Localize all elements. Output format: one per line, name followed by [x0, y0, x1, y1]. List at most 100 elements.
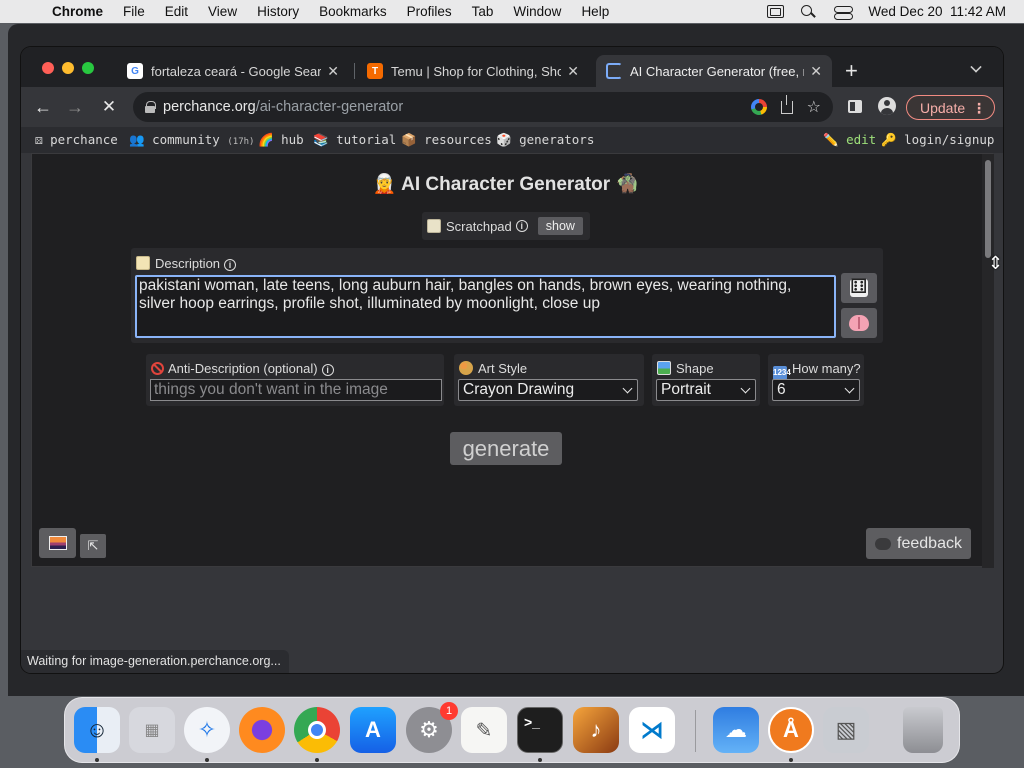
info-icon[interactable]: i: [321, 364, 334, 376]
chrome-icon[interactable]: [294, 707, 340, 753]
firefox-icon[interactable]: [239, 707, 285, 753]
nav-community[interactable]: 👥 community (17h): [129, 132, 254, 148]
forward-arrow-icon[interactable]: →: [63, 95, 87, 119]
nav-perchance[interactable]: ⚄ perchance: [35, 132, 118, 147]
scratchpad-bar: Scratchpad i show: [422, 212, 590, 240]
menu-profiles[interactable]: Profiles: [407, 4, 452, 19]
mouse-cursor-icon: ⇕: [988, 253, 1004, 273]
window-zoom-button[interactable]: [82, 62, 94, 74]
window-minimize-button[interactable]: [62, 62, 74, 74]
dice-icon: [850, 275, 868, 299]
window-close-button[interactable]: [42, 62, 54, 74]
nav-tutorial[interactable]: 📚 tutorial: [313, 132, 396, 148]
tab-close-icon[interactable]: ✕: [810, 63, 822, 80]
tab-close-icon[interactable]: ✕: [567, 63, 579, 80]
textedit-icon[interactable]: ✎: [461, 707, 507, 753]
trash-icon[interactable]: [903, 707, 943, 753]
safari-icon[interactable]: ✧: [184, 707, 230, 753]
ai-suggest-button[interactable]: [841, 308, 877, 338]
tab-google-search[interactable]: G fortaleza ceará - Google Search ✕: [117, 55, 349, 87]
page-scrollbar[interactable]: [982, 154, 994, 568]
tab-search-chevron-icon[interactable]: [970, 61, 982, 73]
notification-badge: 1: [440, 702, 458, 720]
info-icon[interactable]: i: [224, 259, 237, 271]
how-many-value: 6: [777, 381, 786, 398]
side-panel-icon[interactable]: [848, 100, 862, 113]
description-label: Description: [155, 256, 221, 271]
chevron-down-icon: [740, 383, 751, 394]
art-style-select[interactable]: Crayon Drawing: [458, 379, 638, 401]
description-text-line1: pakistani woman, late teens, long auburn…: [139, 277, 792, 294]
back-arrow-icon[interactable]: ←: [31, 95, 55, 119]
running-indicator: [95, 758, 99, 762]
app-store-icon[interactable]: A: [350, 707, 396, 753]
update-label: Update: [920, 99, 966, 116]
menu-file[interactable]: File: [123, 4, 145, 19]
tab-separator: [354, 63, 355, 79]
weather-icon[interactable]: ☁: [713, 707, 759, 753]
generate-button[interactable]: generate: [450, 432, 562, 465]
macos-dock: ☺ ▦ ✧ A ⚙ 1 ✎ >_ ♪ ⋊ ☁ Å ▧: [64, 697, 960, 763]
menu-bar-status-area: Wed Dec 20 11:42 AM: [767, 0, 1006, 23]
spotlight-search-icon[interactable]: [800, 4, 818, 19]
scratchpad-show-button[interactable]: show: [537, 217, 583, 235]
new-tab-plus-icon[interactable]: +: [845, 58, 858, 84]
finder-icon[interactable]: ☺: [74, 707, 120, 753]
stage-manager-icon[interactable]: [767, 5, 785, 18]
menu-tab[interactable]: Tab: [472, 4, 494, 19]
control-center-icon[interactable]: [834, 5, 854, 20]
address-bar[interactable]: perchance.org/ai-character-generator ☆: [133, 92, 833, 122]
stop-loading-x-icon[interactable]: ✕: [97, 95, 121, 119]
profile-avatar-icon[interactable]: [878, 97, 896, 115]
tab-ai-character-generator[interactable]: AI Character Generator (free, no ✕: [596, 55, 832, 87]
more-menu-icon[interactable]: ⋮: [972, 100, 986, 117]
expand-arrow-icon[interactable]: ⇱: [80, 534, 106, 558]
gallery-button[interactable]: [39, 528, 76, 558]
app-icon[interactable]: Å: [768, 707, 814, 753]
share-icon[interactable]: [780, 94, 793, 114]
nav-resources[interactable]: 📦 resources: [401, 132, 492, 148]
google-lens-icon[interactable]: [750, 99, 767, 115]
terminal-icon[interactable]: >_: [517, 707, 563, 753]
nav-edit[interactable]: ✏️ edit: [823, 132, 876, 148]
bookmark-star-icon[interactable]: ☆: [807, 97, 821, 117]
menu-view[interactable]: View: [208, 4, 237, 19]
feedback-button[interactable]: feedback: [866, 528, 971, 559]
menu-app-name[interactable]: Chrome: [52, 4, 103, 19]
menu-help[interactable]: Help: [581, 4, 609, 19]
menu-edit[interactable]: Edit: [165, 4, 188, 19]
shape-select[interactable]: Portrait: [656, 379, 756, 401]
browser-toolbar: ← → ✕ perchance.org/ai-character-generat…: [21, 87, 1003, 127]
chevron-down-icon: [622, 383, 633, 394]
art-style-panel: Art Style Crayon Drawing: [454, 354, 644, 406]
garageband-icon[interactable]: ♪: [573, 707, 619, 753]
temu-icon: T: [367, 63, 383, 79]
randomize-description-button[interactable]: [841, 273, 877, 303]
description-panel: Description i pakistani woman, late teens…: [131, 248, 883, 343]
preview-icon[interactable]: ▧: [823, 707, 869, 753]
menu-window[interactable]: Window: [513, 4, 561, 19]
input-numbers-icon: 1234: [773, 366, 791, 380]
vscode-icon[interactable]: ⋊: [629, 707, 675, 753]
nav-login-signup[interactable]: 🔑 login/signup: [881, 132, 994, 148]
how-many-select[interactable]: 6: [772, 379, 860, 401]
running-indicator: [205, 758, 209, 762]
tab-temu[interactable]: T Temu | Shop for Clothing, Shoes ✕: [357, 55, 589, 87]
menu-history[interactable]: History: [257, 4, 299, 19]
running-indicator: [315, 758, 319, 762]
info-icon[interactable]: i: [515, 220, 528, 232]
update-button[interactable]: Update ⋮: [906, 95, 995, 120]
nav-hub[interactable]: 🌈 hub: [258, 132, 304, 148]
notepad-icon: [427, 219, 441, 233]
tab-close-icon[interactable]: ✕: [327, 63, 339, 80]
scrollbar-thumb[interactable]: [985, 160, 991, 258]
menu-bookmarks[interactable]: Bookmarks: [319, 4, 387, 19]
lock-icon[interactable]: [145, 101, 156, 113]
launchpad-icon[interactable]: ▦: [129, 707, 175, 753]
nav-tutorial-label: tutorial: [336, 132, 397, 147]
nav-generators[interactable]: 🎲 generators: [496, 132, 594, 148]
menu-bar-clock[interactable]: Wed Dec 20 11:42 AM: [868, 4, 1006, 19]
anti-description-input[interactable]: things you don't want in the image: [150, 379, 442, 401]
system-settings-icon[interactable]: ⚙ 1: [406, 702, 458, 753]
description-textarea[interactable]: pakistani woman, late teens, long auburn…: [135, 275, 836, 338]
